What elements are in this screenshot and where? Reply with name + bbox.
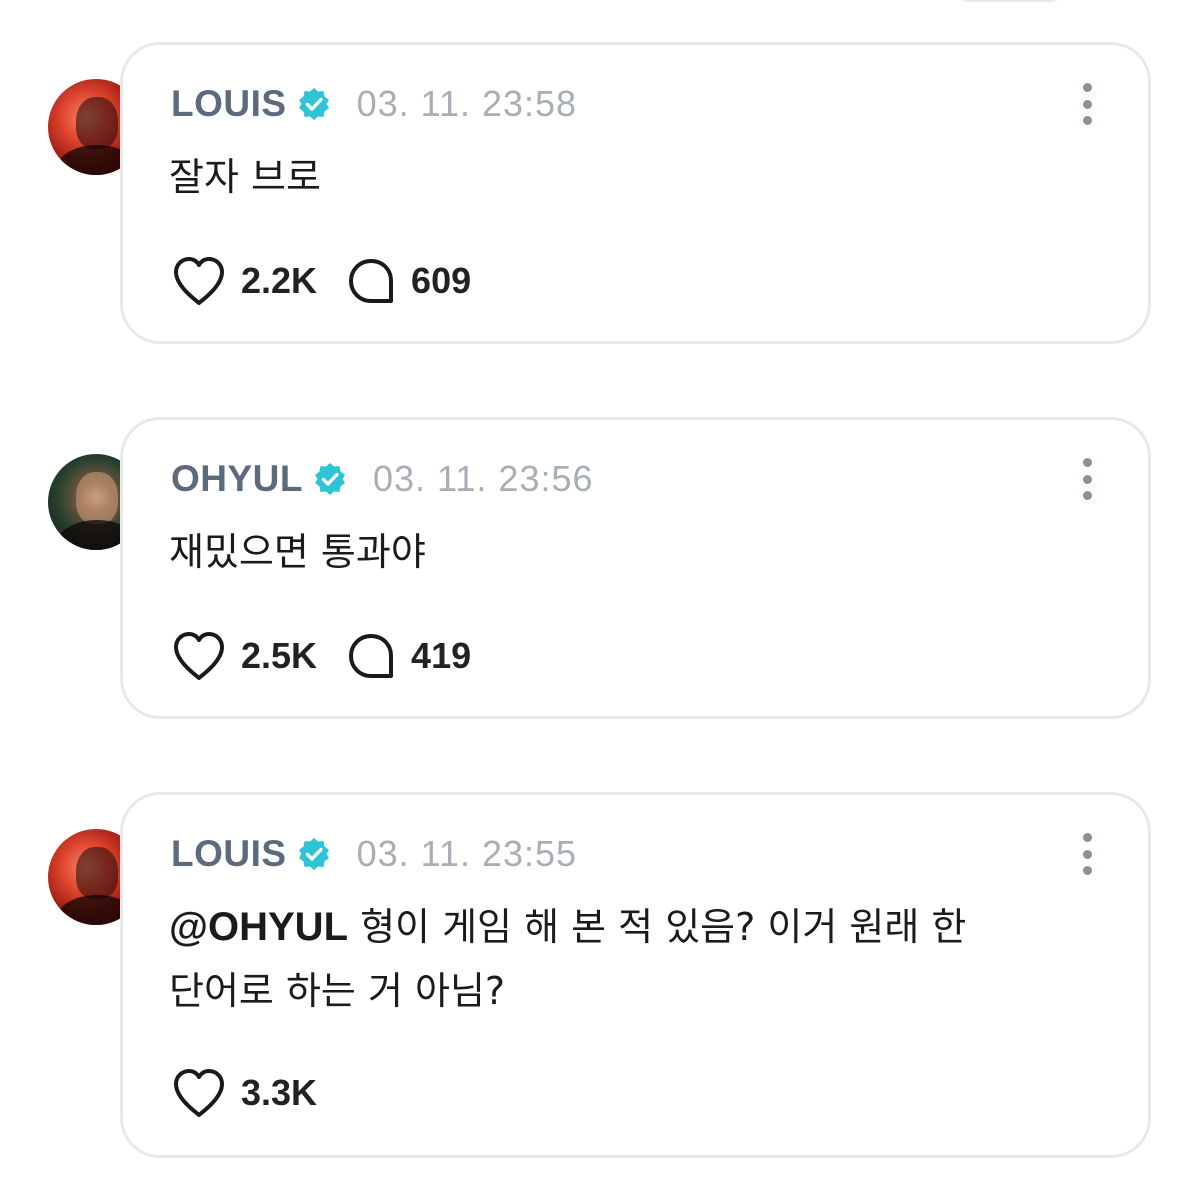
post-text-line-2: 단어로 하는 거 아님?	[169, 969, 506, 1013]
like-button[interactable]: 2.2K	[171, 255, 317, 307]
post-actions: 3.3K	[171, 1067, 317, 1119]
like-count: 3.3K	[241, 1072, 318, 1113]
comment-count: 419	[411, 635, 472, 676]
post-text: @OHYUL 형이 게임 해 본 적 있음? 이거 원래 한 단어로 하는 거 …	[169, 895, 1069, 1023]
post-bubble: OHYUL 03. 11. 23:56 재밌으면 통과야 2.5K 419	[120, 417, 1151, 719]
timestamp: 03. 11. 23:56	[373, 458, 594, 499]
timestamp: 03. 11. 23:58	[356, 83, 578, 124]
heart-icon	[174, 257, 224, 305]
post-text: 재밌으면 통과야	[169, 530, 426, 574]
verified-badge-icon	[315, 463, 345, 495]
comment-button[interactable]: 419	[345, 631, 471, 681]
more-vertical-icon[interactable]	[1081, 83, 1093, 125]
like-count: 2.5K	[241, 635, 318, 676]
timestamp: 03. 11. 23:55	[356, 833, 578, 874]
post-actions: 2.5K 419	[171, 630, 471, 682]
post-text: 잘자 브로	[169, 155, 321, 199]
heart-icon	[174, 632, 224, 680]
post-actions: 2.2K 609	[171, 255, 471, 307]
comment-button[interactable]: 609	[345, 256, 471, 306]
username[interactable]: LOUIS	[171, 833, 287, 875]
more-vertical-icon[interactable]	[1081, 458, 1093, 500]
more-vertical-icon[interactable]	[1081, 833, 1093, 875]
like-button[interactable]: 2.5K	[171, 630, 317, 682]
post-bubble: LOUIS 03. 11. 23:55 @OHYUL 형이 게임 해 본 적 있…	[120, 792, 1151, 1158]
username[interactable]: LOUIS	[171, 83, 287, 125]
like-count: 2.2K	[241, 260, 318, 301]
mention-link[interactable]: @OHYUL	[169, 905, 348, 949]
post-text-line-1: @OHYUL 형이 게임 해 본 적 있음? 이거 원래 한	[169, 895, 1069, 959]
post-header: LOUIS 03. 11. 23:58	[171, 79, 577, 129]
verified-badge-icon	[298, 88, 329, 120]
heart-icon	[174, 1069, 224, 1117]
post-bubble: LOUIS 03. 11. 23:58 잘자 브로 2.2K 609	[120, 42, 1151, 344]
like-button[interactable]: 3.3K	[171, 1067, 317, 1119]
previous-post-fragment	[950, 0, 1070, 2]
username[interactable]: OHYUL	[171, 458, 303, 500]
post-header: OHYUL 03. 11. 23:56	[171, 454, 594, 504]
post-text-segment: 형이 게임 해 본 적 있음? 이거 원래 한	[348, 905, 967, 949]
comment-bubble-icon	[349, 634, 394, 678]
post-header: LOUIS 03. 11. 23:55	[171, 829, 577, 879]
verified-badge-icon	[298, 838, 329, 870]
comment-bubble-icon	[349, 259, 394, 303]
comment-count: 609	[411, 260, 472, 301]
